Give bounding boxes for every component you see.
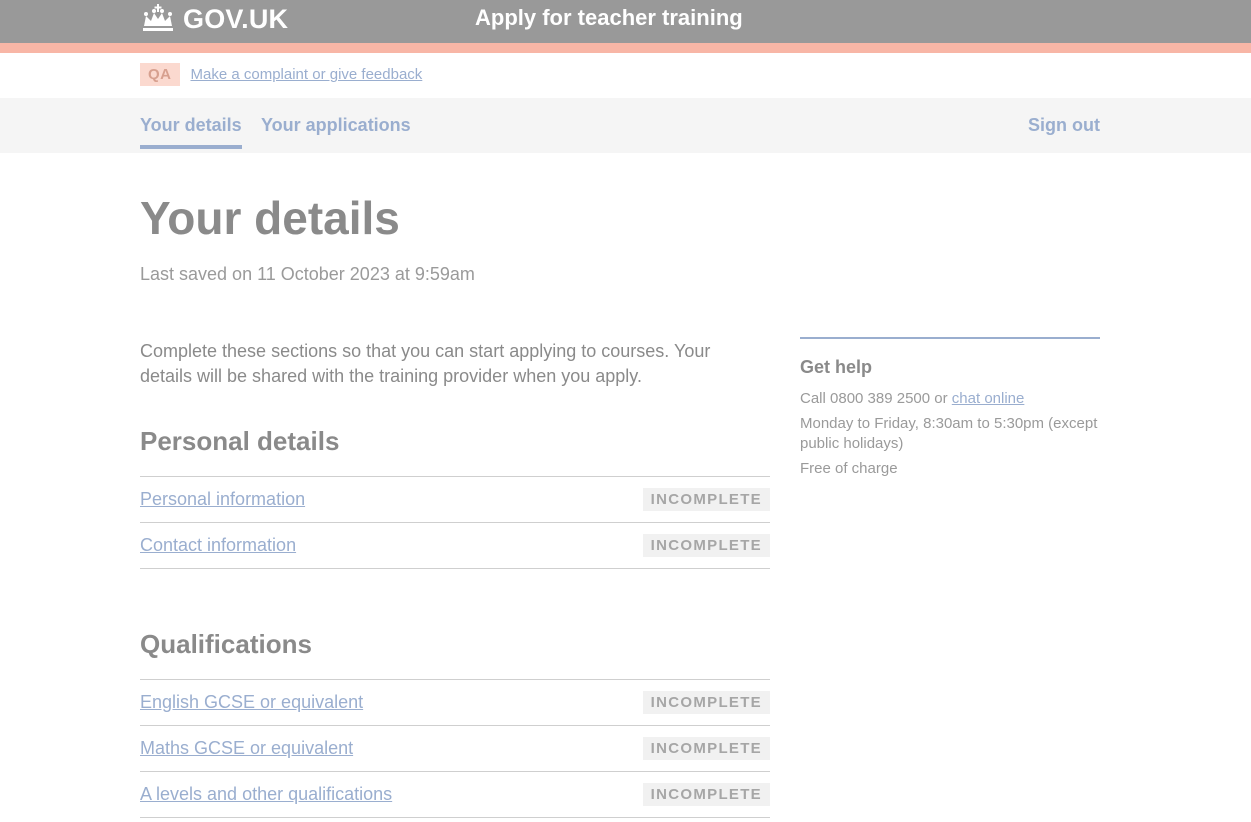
help-phone-line: Call 0800 389 2500 or chat online [800, 389, 1100, 409]
page-title: Your details [140, 192, 400, 244]
nav-your-details[interactable]: Your details [140, 115, 242, 149]
task-row: Contact information INCOMPLETE [140, 523, 770, 569]
intro-text: Complete these sections so that you can … [140, 341, 711, 386]
help-hours: Monday to Friday, 8:30am to 5:30pm (exce… [800, 415, 1098, 452]
crown-icon [140, 4, 176, 34]
status-badge: INCOMPLETE [642, 691, 770, 714]
help-call-text: Call 0800 389 2500 or [800, 390, 948, 407]
task-row: Personal information INCOMPLETE [140, 477, 770, 523]
task-row: English GCSE or equivalent INCOMPLETE [140, 680, 770, 726]
environment-stripe [0, 43, 1251, 53]
primary-navigation: Your details Your applications Sign out [0, 98, 1251, 153]
contact-information-link[interactable]: Contact information [140, 535, 296, 556]
qualifications-heading: Qualifications [140, 629, 312, 659]
sign-out-link[interactable]: Sign out [1028, 115, 1100, 136]
status-badge: INCOMPLETE [642, 488, 770, 511]
a-levels-link[interactable]: A levels and other qualifications [140, 784, 392, 805]
status-badge: INCOMPLETE [642, 534, 770, 557]
personal-details-task-list: Personal information INCOMPLETE Contact … [140, 476, 770, 569]
english-gcse-link[interactable]: English GCSE or equivalent [140, 692, 363, 713]
govuk-logo-link[interactable]: GOV.UK [140, 3, 288, 35]
nav-your-applications[interactable]: Your applications [261, 115, 411, 136]
status-badge: INCOMPLETE [642, 737, 770, 760]
personal-details-heading: Personal details [140, 426, 340, 456]
feedback-link[interactable]: Make a complaint or give feedback [191, 66, 423, 83]
task-row: Maths GCSE or equivalent INCOMPLETE [140, 726, 770, 772]
last-saved-text: Last saved on 11 October 2023 at 9:59am [140, 264, 475, 284]
service-name[interactable]: Apply for teacher training [475, 5, 743, 31]
qualifications-task-list: English GCSE or equivalent INCOMPLETE Ma… [140, 679, 770, 818]
get-help-title: Get help [800, 357, 873, 377]
phase-banner: QA Make a complaint or give feedback [140, 63, 422, 86]
phase-tag: QA [140, 63, 180, 86]
personal-information-link[interactable]: Personal information [140, 489, 305, 510]
chat-online-link[interactable]: chat online [952, 390, 1025, 407]
get-help-panel: Get help Call 0800 389 2500 or chat onli… [800, 337, 1100, 484]
help-cost: Free of charge [800, 460, 898, 477]
logo-text: GOV.UK [183, 3, 289, 34]
site-header: GOV.UK Apply for teacher training [0, 0, 1251, 43]
status-badge: INCOMPLETE [642, 783, 770, 806]
task-row: A levels and other qualifications INCOMP… [140, 772, 770, 818]
maths-gcse-link[interactable]: Maths GCSE or equivalent [140, 738, 353, 759]
